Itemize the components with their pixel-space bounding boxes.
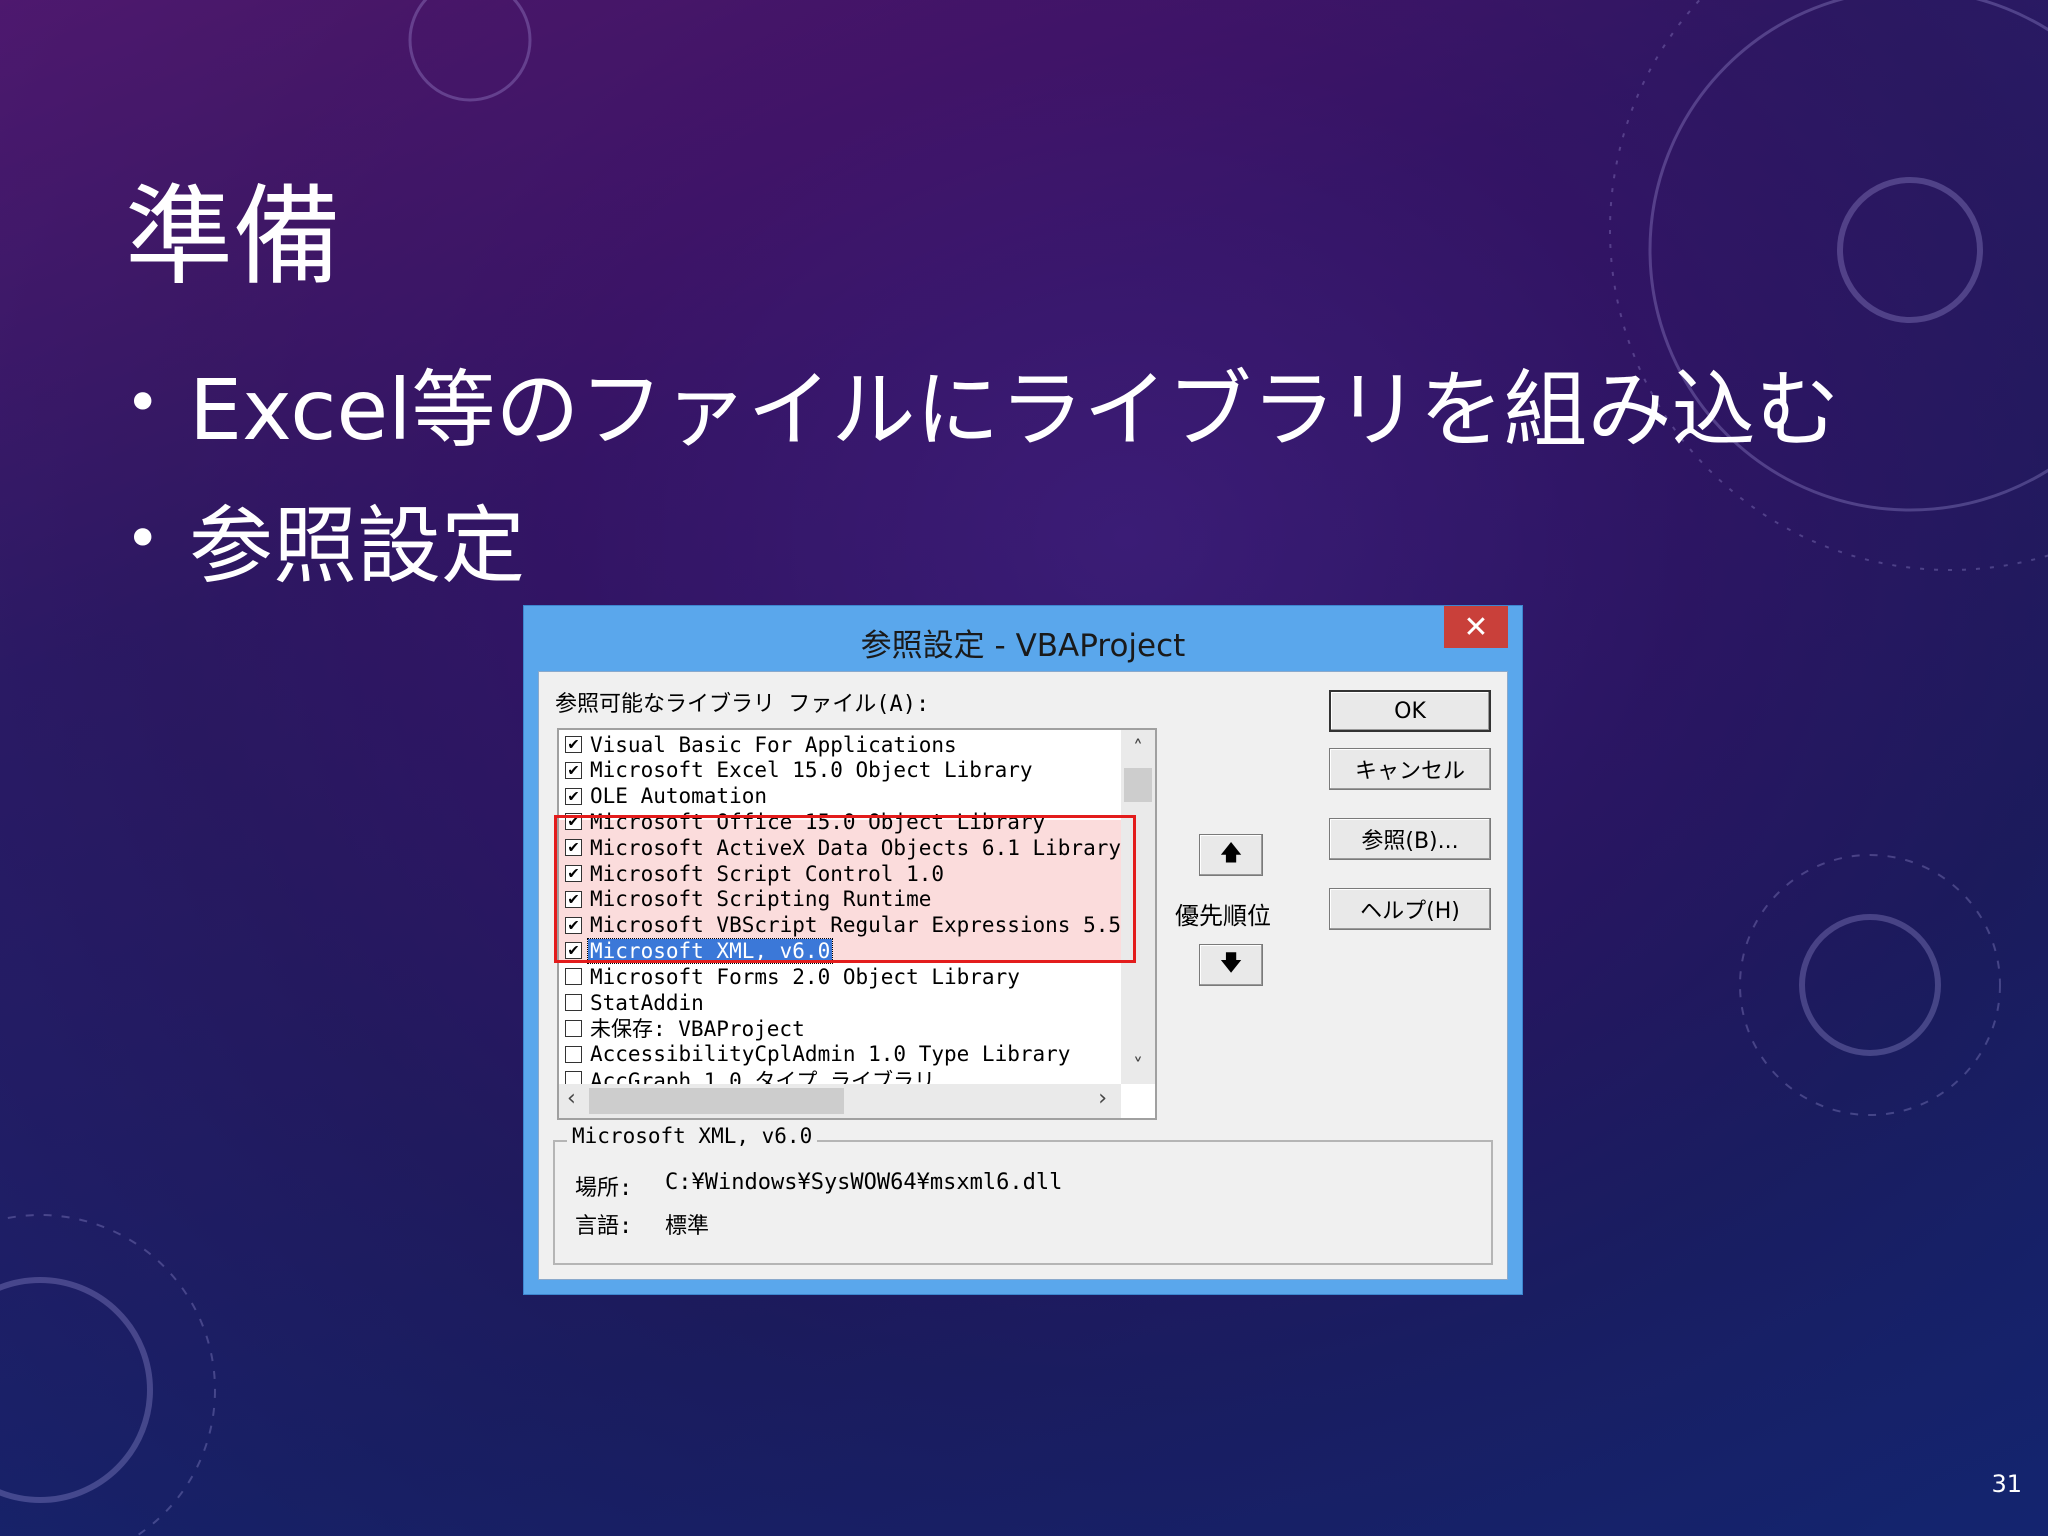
reference-list-item[interactable]: ✔ Microsoft Office 15.0 Object Library bbox=[565, 809, 1047, 834]
browse-button[interactable]: 参照(B)... bbox=[1329, 818, 1491, 860]
vertical-scroll-thumb[interactable] bbox=[1124, 768, 1152, 802]
checkbox-checked-icon[interactable]: ✔ bbox=[565, 865, 582, 882]
available-references-label: 参照可能なライブラリ ファイル(A): bbox=[555, 692, 930, 717]
reference-list-item[interactable]: ✔ Microsoft Excel 15.0 Object Library bbox=[565, 758, 1035, 783]
reference-list-item[interactable]: StatAddin bbox=[565, 990, 706, 1015]
arrow-down-icon: 🡇 bbox=[1219, 951, 1243, 976]
reference-details-group: Microsoft XML, v6.0 場所: C:¥Windows¥SysWO… bbox=[553, 1124, 1493, 1265]
deco-ring-right-small bbox=[1837, 177, 1983, 323]
checkbox-checked-icon[interactable]: ✔ bbox=[565, 787, 582, 805]
location-key: 場所: bbox=[575, 1176, 633, 1201]
checkbox-unchecked-icon[interactable] bbox=[565, 1071, 582, 1084]
reference-list-item[interactable]: ✔ Microsoft XML, v6.0 bbox=[565, 937, 834, 964]
references-list: ✔ Visual Basic For Applications ✔ Microsoft… bbox=[559, 730, 1121, 1084]
language-row: 言語: 標準 bbox=[575, 1208, 709, 1240]
dialog-title: 参照設定 - VBAProject bbox=[860, 628, 1186, 664]
priority-down-button[interactable]: 🡇 bbox=[1199, 944, 1263, 986]
cancel-button[interactable]: キャンセル bbox=[1329, 748, 1491, 790]
priority-up-button[interactable]: 🡅 bbox=[1199, 834, 1263, 876]
reference-label: Visual Basic For Applications bbox=[590, 732, 957, 757]
reference-label: AccGraph 1.0 タイプ ライブラリ bbox=[590, 1068, 936, 1084]
checkbox-unchecked-icon[interactable] bbox=[565, 968, 582, 986]
close-button[interactable]: ✕ bbox=[1444, 606, 1508, 648]
bullet-text: 参照設定 bbox=[189, 496, 526, 595]
arrow-up-icon: 🡅 bbox=[1219, 841, 1243, 866]
references-listbox[interactable]: ✔ Visual Basic For Applications ✔ Microsoft… bbox=[557, 728, 1157, 1120]
bullet-dot-icon: • bbox=[125, 504, 161, 574]
reference-label: Microsoft Script Control 1.0 bbox=[590, 861, 945, 886]
reference-list-item[interactable]: 未保存: VBAProject bbox=[565, 1016, 807, 1041]
bullet-dot-icon: • bbox=[125, 368, 161, 438]
reference-label: Microsoft Scripting Runtime bbox=[590, 887, 932, 912]
reference-list-item[interactable]: ✔ Microsoft ActiveX Data Objects 6.1 Libr… bbox=[565, 835, 1121, 860]
scroll-right-icon[interactable]: › bbox=[1098, 1086, 1107, 1111]
dialog-client-area: 参照可能なライブラリ ファイル(A): ✔ Visual Basic For Ap… bbox=[538, 671, 1508, 1280]
reference-list-item[interactable]: ✔ Visual Basic For Applications bbox=[565, 732, 959, 757]
language-key: 言語: bbox=[575, 1214, 633, 1239]
reference-label: AccessibilityCplAdmin 1.0 Type Library bbox=[590, 1042, 1071, 1067]
references-dialog: 参照設定 - VBAProject ✕ 参照可能なライブラリ ファイル(A): … bbox=[523, 605, 1523, 1295]
reference-label: 未保存: VBAProject bbox=[590, 1017, 805, 1042]
reference-label: Microsoft VBScript Regular Expressions 5… bbox=[590, 913, 1121, 938]
reference-list-item[interactable]: ✔ Microsoft Script Control 1.0 bbox=[565, 861, 946, 886]
scroll-left-icon[interactable]: ‹ bbox=[567, 1086, 576, 1111]
scroll-up-icon[interactable]: ˄ bbox=[1121, 736, 1155, 760]
checkbox-checked-icon[interactable]: ✔ bbox=[565, 839, 582, 857]
horizontal-scrollbar[interactable]: ‹ › bbox=[559, 1084, 1121, 1118]
page-number: 31 bbox=[1991, 1470, 2022, 1498]
deco-ring-right-low-outer bbox=[1739, 854, 2001, 1116]
priority-label: 優先順位 bbox=[1175, 902, 1271, 930]
reference-label: StatAddin bbox=[590, 990, 704, 1015]
bullet-list: • Excel等のファイルにライブラリを組み込む • 参照設定 bbox=[125, 335, 1840, 607]
reference-list-item[interactable]: ✔ Microsoft Scripting Runtime bbox=[565, 887, 933, 912]
reference-list-item[interactable]: ✔ Microsoft VBScript Regular Expressions … bbox=[565, 913, 1121, 938]
checkbox-unchecked-icon[interactable] bbox=[565, 994, 582, 1011]
deco-ring-right-low bbox=[1799, 914, 1941, 1056]
checkbox-unchecked-icon[interactable] bbox=[565, 1045, 582, 1063]
checkbox-checked-icon[interactable]: ✔ bbox=[565, 736, 582, 753]
reference-list-item[interactable]: ✔ OLE Automation bbox=[565, 784, 769, 809]
checkbox-checked-icon[interactable]: ✔ bbox=[565, 761, 582, 779]
bullet-item: • Excel等のファイルにライブラリを組み込む bbox=[125, 335, 1840, 471]
reference-list-item[interactable]: AccessibilityCplAdmin 1.0 Type Library bbox=[565, 1042, 1072, 1067]
reference-list-item[interactable]: AccGraph 1.0 タイプ ライブラリ bbox=[565, 1067, 937, 1084]
help-button[interactable]: ヘルプ(H) bbox=[1329, 888, 1491, 930]
reference-label: Microsoft XML, v6.0 bbox=[586, 937, 834, 964]
reference-label: Microsoft ActiveX Data Objects 6.1 Libra… bbox=[590, 835, 1121, 860]
checkbox-checked-icon[interactable]: ✔ bbox=[565, 890, 582, 908]
bullet-text: Excel等のファイルにライブラリを組み込む bbox=[189, 360, 1840, 459]
deco-ring-left-outer bbox=[0, 1214, 216, 1536]
deco-ring-top bbox=[408, 0, 532, 102]
location-value: C:¥Windows¥SysWOW64¥msxml6.dll bbox=[665, 1170, 1063, 1195]
close-icon: ✕ bbox=[1463, 609, 1489, 645]
scroll-down-icon[interactable]: ˅ bbox=[1121, 1054, 1155, 1078]
vertical-scrollbar[interactable]: ˄ ˅ bbox=[1121, 730, 1155, 1084]
checkbox-checked-icon[interactable]: ✔ bbox=[565, 916, 582, 934]
reference-label: OLE Automation bbox=[590, 784, 768, 809]
checkbox-checked-icon[interactable]: ✔ bbox=[565, 813, 582, 831]
reference-label: Microsoft Excel 15.0 Object Library bbox=[590, 758, 1033, 783]
reference-list-item[interactable]: Microsoft Forms 2.0 Object Library bbox=[565, 964, 1022, 989]
horizontal-scroll-thumb[interactable] bbox=[589, 1088, 844, 1114]
reference-label: Microsoft Office 15.0 Object Library bbox=[590, 809, 1046, 834]
language-value: 標準 bbox=[665, 1214, 710, 1239]
checkbox-checked-icon[interactable]: ✔ bbox=[565, 942, 582, 960]
ok-button[interactable]: OK bbox=[1329, 690, 1491, 732]
slide-title: 準備 bbox=[125, 175, 342, 300]
deco-ring-left bbox=[0, 1277, 153, 1503]
reference-label: Microsoft Forms 2.0 Object Library bbox=[590, 964, 1020, 989]
location-row: 場所: C:¥Windows¥SysWOW64¥msxml6.dll bbox=[575, 1170, 1062, 1202]
bullet-item: • 参照設定 bbox=[125, 471, 1840, 607]
checkbox-unchecked-icon[interactable] bbox=[565, 1019, 582, 1037]
details-legend: Microsoft XML, v6.0 bbox=[567, 1124, 818, 1148]
